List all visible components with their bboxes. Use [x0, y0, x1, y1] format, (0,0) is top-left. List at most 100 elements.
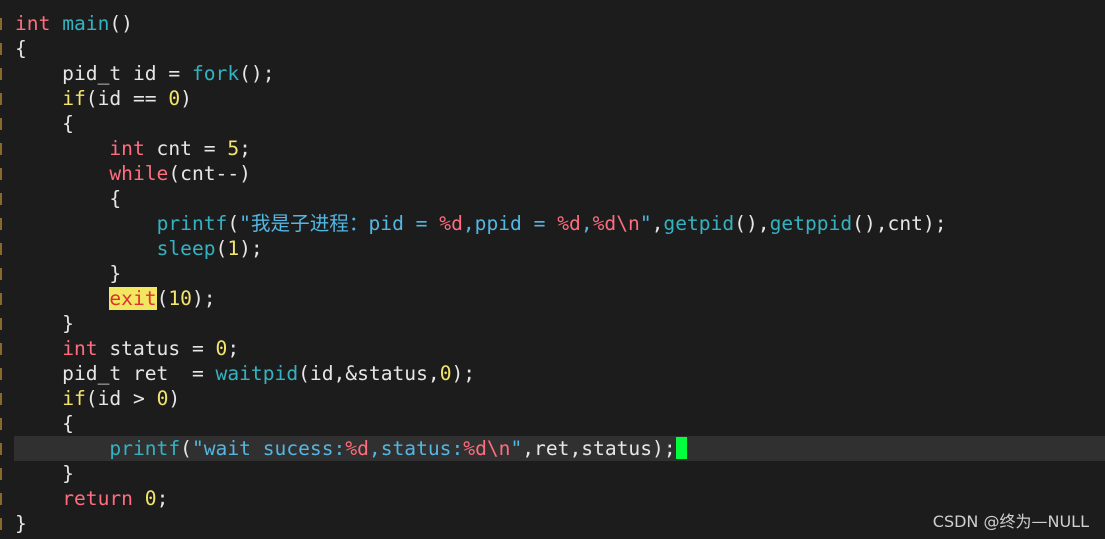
code-token: getpid: [663, 212, 735, 235]
code-token: );: [451, 362, 476, 385]
code-token: %d: [345, 437, 369, 460]
code-line[interactable]: pid_t id = fork();: [0, 61, 1105, 86]
code-token: 0: [144, 487, 157, 510]
code-line[interactable]: printf("我是子进程：pid = %d,ppid = %d,%d\n",g…: [0, 211, 1105, 236]
code-token: %d: [557, 212, 581, 235]
code-token: );: [191, 287, 216, 310]
code-token: {: [15, 412, 74, 435]
code-token: (: [227, 212, 240, 235]
gutter-marker: [0, 468, 2, 480]
gutter-marker: [0, 268, 2, 280]
code-line[interactable]: }: [0, 461, 1105, 486]
code-text: }: [15, 461, 74, 486]
code-line[interactable]: {: [0, 186, 1105, 211]
code-line[interactable]: int main(): [0, 11, 1105, 36]
code-token: pid_t id =: [15, 62, 192, 85]
code-token: getppid: [769, 212, 853, 235]
code-text: int status = 0;: [15, 336, 239, 361]
code-token: "wait sucess:: [191, 437, 346, 460]
code-token: printf: [109, 437, 181, 460]
code-token: (id >: [85, 387, 157, 410]
code-line[interactable]: while(cnt--): [0, 161, 1105, 186]
code-token: (: [215, 237, 228, 260]
code-line[interactable]: if(id > 0): [0, 386, 1105, 411]
code-token: (id ==: [85, 87, 169, 110]
code-text: if(id == 0): [15, 86, 192, 111]
code-token: ): [180, 87, 192, 110]
code-token: ();: [239, 62, 275, 85]
code-token: {: [15, 112, 74, 135]
gutter-marker: [0, 118, 2, 130]
code-line[interactable]: }: [0, 311, 1105, 336]
code-text: }: [15, 261, 121, 286]
code-token: {: [15, 37, 27, 60]
code-token: 1: [227, 237, 240, 260]
code-token: "我是子进程：pid =: [239, 212, 440, 235]
code-token: 5: [227, 137, 240, 160]
code-line[interactable]: sleep(1);: [0, 236, 1105, 261]
gutter-marker: [0, 318, 2, 330]
code-token: int: [109, 137, 145, 160]
code-token: %d\n: [592, 212, 640, 235]
code-token: status =: [97, 337, 216, 360]
code-line[interactable]: int cnt = 5;: [0, 136, 1105, 161]
code-line[interactable]: }: [0, 261, 1105, 286]
gutter-marker: [0, 218, 2, 230]
gutter-marker: [0, 393, 2, 405]
code-line[interactable]: {: [0, 36, 1105, 61]
gutter-marker: [0, 143, 2, 155]
code-token: 10: [168, 287, 192, 310]
code-text: int main(): [15, 11, 133, 36]
code-token: }: [15, 262, 122, 285]
code-token: int: [62, 337, 98, 360]
code-line[interactable]: pid_t ret = waitpid(id,&status,0);: [0, 361, 1105, 386]
search-match: exit: [109, 287, 157, 310]
code-line[interactable]: exit(10);: [0, 286, 1105, 311]
code-token: ,status:: [368, 437, 464, 460]
code-token: return: [62, 487, 133, 510]
text-cursor: [675, 437, 687, 459]
code-line[interactable]: int status = 0;: [0, 336, 1105, 361]
code-token: while: [109, 162, 169, 185]
code-token: ): [168, 387, 181, 410]
code-token: (),: [734, 212, 770, 235]
code-text: {: [15, 186, 121, 211]
gutter-marker: [0, 93, 2, 105]
code-line[interactable]: if(id == 0): [0, 86, 1105, 111]
gutter-marker: [0, 43, 2, 55]
code-text: printf("wait sucess:%d,status:%d\n",ret,…: [15, 436, 687, 461]
code-token: }: [15, 462, 74, 485]
code-token: 0: [156, 387, 169, 410]
code-token: printf: [156, 212, 228, 235]
code-text: exit(10);: [15, 286, 216, 311]
code-text: pid_t id = fork();: [15, 61, 275, 86]
code-token: %d\n: [463, 437, 511, 460]
gutter-marker: [0, 443, 2, 455]
code-text: }: [15, 511, 27, 536]
code-token: 0: [215, 337, 228, 360]
code-token: main: [62, 12, 110, 35]
code-token: );: [239, 237, 263, 260]
code-text: pid_t ret = waitpid(id,&status,0);: [15, 361, 475, 386]
code-text: {: [15, 36, 27, 61]
code-line[interactable]: printf("wait sucess:%d,status:%d\n",ret,…: [0, 436, 1105, 461]
code-line[interactable]: {: [0, 111, 1105, 136]
code-token: 0: [168, 87, 181, 110]
code-token: ,ret,status);: [522, 437, 676, 460]
gutter-marker: [0, 343, 2, 355]
code-token: }: [15, 512, 27, 535]
code-editor[interactable]: int main(){ pid_t id = fork(); if(id == …: [0, 0, 1105, 539]
code-token: (: [180, 437, 192, 460]
code-token: (cnt--): [168, 162, 251, 185]
code-text: printf("我是子进程：pid = %d,ppid = %d,%d\n",g…: [15, 211, 947, 236]
code-line[interactable]: {: [0, 411, 1105, 436]
